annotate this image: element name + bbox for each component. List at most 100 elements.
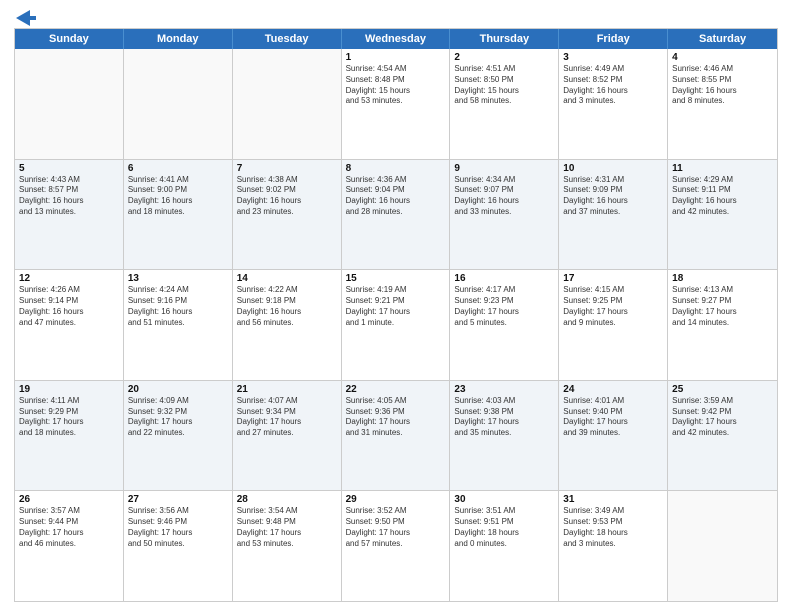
day-number: 11: [672, 163, 773, 174]
header-tuesday: Tuesday: [233, 29, 342, 49]
day-number: 1: [346, 52, 446, 63]
calendar-cell-day-24: 24Sunrise: 4:01 AM Sunset: 9:40 PM Dayli…: [559, 381, 668, 491]
calendar-header: Sunday Monday Tuesday Wednesday Thursday…: [15, 29, 777, 49]
day-number: 7: [237, 163, 337, 174]
header-wednesday: Wednesday: [342, 29, 451, 49]
calendar-cell-day-9: 9Sunrise: 4:34 AM Sunset: 9:07 PM Daylig…: [450, 160, 559, 270]
day-number: 28: [237, 494, 337, 505]
day-number: 6: [128, 163, 228, 174]
calendar-cell-empty: [233, 49, 342, 159]
day-number: 12: [19, 273, 119, 284]
day-info: Sunrise: 4:38 AM Sunset: 9:02 PM Dayligh…: [237, 175, 337, 218]
calendar-cell-empty: [668, 491, 777, 601]
calendar-container: Sunday Monday Tuesday Wednesday Thursday…: [0, 0, 792, 612]
calendar-cell-day-17: 17Sunrise: 4:15 AM Sunset: 9:25 PM Dayli…: [559, 270, 668, 380]
calendar-cell-day-18: 18Sunrise: 4:13 AM Sunset: 9:27 PM Dayli…: [668, 270, 777, 380]
calendar-cell-day-26: 26Sunrise: 3:57 AM Sunset: 9:44 PM Dayli…: [15, 491, 124, 601]
calendar-cell-day-28: 28Sunrise: 3:54 AM Sunset: 9:48 PM Dayli…: [233, 491, 342, 601]
header-thursday: Thursday: [450, 29, 559, 49]
calendar-row-3: 19Sunrise: 4:11 AM Sunset: 9:29 PM Dayli…: [15, 380, 777, 491]
day-info: Sunrise: 4:09 AM Sunset: 9:32 PM Dayligh…: [128, 396, 228, 439]
day-info: Sunrise: 4:17 AM Sunset: 9:23 PM Dayligh…: [454, 285, 554, 328]
day-number: 31: [563, 494, 663, 505]
calendar-cell-day-20: 20Sunrise: 4:09 AM Sunset: 9:32 PM Dayli…: [124, 381, 233, 491]
calendar-row-2: 12Sunrise: 4:26 AM Sunset: 9:14 PM Dayli…: [15, 269, 777, 380]
day-info: Sunrise: 4:36 AM Sunset: 9:04 PM Dayligh…: [346, 175, 446, 218]
day-number: 4: [672, 52, 773, 63]
day-number: 24: [563, 384, 663, 395]
day-number: 21: [237, 384, 337, 395]
header-friday: Friday: [559, 29, 668, 49]
calendar-cell-day-31: 31Sunrise: 3:49 AM Sunset: 9:53 PM Dayli…: [559, 491, 668, 601]
day-info: Sunrise: 3:57 AM Sunset: 9:44 PM Dayligh…: [19, 506, 119, 549]
day-info: Sunrise: 3:52 AM Sunset: 9:50 PM Dayligh…: [346, 506, 446, 549]
day-info: Sunrise: 4:01 AM Sunset: 9:40 PM Dayligh…: [563, 396, 663, 439]
day-number: 30: [454, 494, 554, 505]
calendar-cell-day-21: 21Sunrise: 4:07 AM Sunset: 9:34 PM Dayli…: [233, 381, 342, 491]
header-saturday: Saturday: [668, 29, 777, 49]
calendar-cell-day-2: 2Sunrise: 4:51 AM Sunset: 8:50 PM Daylig…: [450, 49, 559, 159]
day-info: Sunrise: 3:54 AM Sunset: 9:48 PM Dayligh…: [237, 506, 337, 549]
calendar: Sunday Monday Tuesday Wednesday Thursday…: [14, 28, 778, 602]
day-info: Sunrise: 4:41 AM Sunset: 9:00 PM Dayligh…: [128, 175, 228, 218]
day-info: Sunrise: 4:11 AM Sunset: 9:29 PM Dayligh…: [19, 396, 119, 439]
day-number: 8: [346, 163, 446, 174]
calendar-cell-day-12: 12Sunrise: 4:26 AM Sunset: 9:14 PM Dayli…: [15, 270, 124, 380]
day-info: Sunrise: 4:43 AM Sunset: 8:57 PM Dayligh…: [19, 175, 119, 218]
day-number: 26: [19, 494, 119, 505]
calendar-cell-day-29: 29Sunrise: 3:52 AM Sunset: 9:50 PM Dayli…: [342, 491, 451, 601]
calendar-cell-day-19: 19Sunrise: 4:11 AM Sunset: 9:29 PM Dayli…: [15, 381, 124, 491]
day-number: 17: [563, 273, 663, 284]
calendar-row-1: 5Sunrise: 4:43 AM Sunset: 8:57 PM Daylig…: [15, 159, 777, 270]
calendar-row-4: 26Sunrise: 3:57 AM Sunset: 9:44 PM Dayli…: [15, 490, 777, 601]
day-info: Sunrise: 4:05 AM Sunset: 9:36 PM Dayligh…: [346, 396, 446, 439]
day-number: 10: [563, 163, 663, 174]
day-info: Sunrise: 4:34 AM Sunset: 9:07 PM Dayligh…: [454, 175, 554, 218]
calendar-row-0: 1Sunrise: 4:54 AM Sunset: 8:48 PM Daylig…: [15, 49, 777, 159]
calendar-cell-day-11: 11Sunrise: 4:29 AM Sunset: 9:11 PM Dayli…: [668, 160, 777, 270]
calendar-cell-day-10: 10Sunrise: 4:31 AM Sunset: 9:09 PM Dayli…: [559, 160, 668, 270]
day-number: 15: [346, 273, 446, 284]
day-number: 20: [128, 384, 228, 395]
day-info: Sunrise: 4:03 AM Sunset: 9:38 PM Dayligh…: [454, 396, 554, 439]
calendar-cell-day-5: 5Sunrise: 4:43 AM Sunset: 8:57 PM Daylig…: [15, 160, 124, 270]
day-number: 29: [346, 494, 446, 505]
calendar-cell-day-16: 16Sunrise: 4:17 AM Sunset: 9:23 PM Dayli…: [450, 270, 559, 380]
header-sunday: Sunday: [15, 29, 124, 49]
day-number: 13: [128, 273, 228, 284]
day-number: 3: [563, 52, 663, 63]
calendar-body: 1Sunrise: 4:54 AM Sunset: 8:48 PM Daylig…: [15, 49, 777, 601]
calendar-cell-day-7: 7Sunrise: 4:38 AM Sunset: 9:02 PM Daylig…: [233, 160, 342, 270]
calendar-cell-day-4: 4Sunrise: 4:46 AM Sunset: 8:55 PM Daylig…: [668, 49, 777, 159]
day-info: Sunrise: 4:07 AM Sunset: 9:34 PM Dayligh…: [237, 396, 337, 439]
day-number: 16: [454, 273, 554, 284]
day-info: Sunrise: 4:15 AM Sunset: 9:25 PM Dayligh…: [563, 285, 663, 328]
day-info: Sunrise: 3:56 AM Sunset: 9:46 PM Dayligh…: [128, 506, 228, 549]
calendar-cell-day-14: 14Sunrise: 4:22 AM Sunset: 9:18 PM Dayli…: [233, 270, 342, 380]
header: [14, 10, 778, 22]
calendar-cell-day-22: 22Sunrise: 4:05 AM Sunset: 9:36 PM Dayli…: [342, 381, 451, 491]
day-number: 27: [128, 494, 228, 505]
calendar-cell-day-8: 8Sunrise: 4:36 AM Sunset: 9:04 PM Daylig…: [342, 160, 451, 270]
calendar-cell-day-3: 3Sunrise: 4:49 AM Sunset: 8:52 PM Daylig…: [559, 49, 668, 159]
day-number: 2: [454, 52, 554, 63]
day-number: 9: [454, 163, 554, 174]
calendar-cell-day-15: 15Sunrise: 4:19 AM Sunset: 9:21 PM Dayli…: [342, 270, 451, 380]
day-info: Sunrise: 4:24 AM Sunset: 9:16 PM Dayligh…: [128, 285, 228, 328]
calendar-cell-day-30: 30Sunrise: 3:51 AM Sunset: 9:51 PM Dayli…: [450, 491, 559, 601]
day-info: Sunrise: 4:13 AM Sunset: 9:27 PM Dayligh…: [672, 285, 773, 328]
day-info: Sunrise: 3:51 AM Sunset: 9:51 PM Dayligh…: [454, 506, 554, 549]
header-monday: Monday: [124, 29, 233, 49]
day-number: 19: [19, 384, 119, 395]
logo-icon: [16, 10, 36, 26]
day-info: Sunrise: 4:46 AM Sunset: 8:55 PM Dayligh…: [672, 64, 773, 107]
day-info: Sunrise: 3:49 AM Sunset: 9:53 PM Dayligh…: [563, 506, 663, 549]
day-info: Sunrise: 4:31 AM Sunset: 9:09 PM Dayligh…: [563, 175, 663, 218]
calendar-cell-day-25: 25Sunrise: 3:59 AM Sunset: 9:42 PM Dayli…: [668, 381, 777, 491]
day-info: Sunrise: 4:54 AM Sunset: 8:48 PM Dayligh…: [346, 64, 446, 107]
day-number: 5: [19, 163, 119, 174]
day-number: 18: [672, 273, 773, 284]
day-info: Sunrise: 4:19 AM Sunset: 9:21 PM Dayligh…: [346, 285, 446, 328]
calendar-cell-day-13: 13Sunrise: 4:24 AM Sunset: 9:16 PM Dayli…: [124, 270, 233, 380]
day-number: 14: [237, 273, 337, 284]
